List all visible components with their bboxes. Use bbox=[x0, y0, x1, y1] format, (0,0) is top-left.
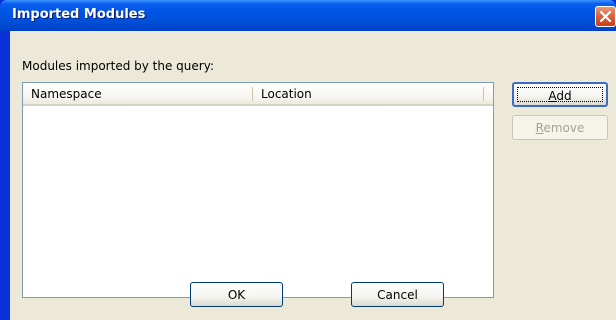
list-header: Namespace Location bbox=[23, 83, 493, 106]
dialog-window: Imported Modules Modules imported by the… bbox=[0, 0, 616, 320]
cancel-button[interactable]: Cancel bbox=[351, 282, 444, 307]
remove-button[interactable]: Remove bbox=[512, 115, 608, 140]
remove-button-label: Remove bbox=[535, 121, 585, 135]
close-icon bbox=[600, 11, 611, 22]
column-label-namespace: Namespace bbox=[31, 87, 102, 101]
dialog-body: Modules imported by the query: Namespace… bbox=[10, 31, 616, 320]
modules-label: Modules imported by the query: bbox=[22, 59, 214, 73]
close-button[interactable] bbox=[595, 6, 616, 27]
cancel-button-label: Cancel bbox=[377, 288, 418, 302]
column-header-location[interactable]: Location bbox=[253, 83, 493, 104]
column-header-namespace[interactable]: Namespace bbox=[23, 83, 253, 104]
column-label-location: Location bbox=[261, 87, 312, 101]
add-button-label: Add bbox=[548, 89, 572, 103]
window-title: Imported Modules bbox=[12, 7, 146, 22]
modules-list[interactable]: Namespace Location bbox=[22, 82, 494, 298]
ok-button[interactable]: OK bbox=[190, 282, 283, 307]
add-button[interactable]: Add bbox=[512, 82, 608, 107]
ok-button-label: OK bbox=[227, 288, 246, 302]
column-divider[interactable] bbox=[483, 87, 484, 101]
title-bar[interactable]: Imported Modules bbox=[0, 0, 616, 31]
